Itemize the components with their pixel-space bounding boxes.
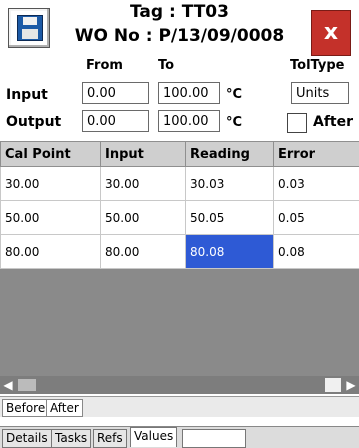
input-to-field[interactable]: 100.00 <box>158 82 220 104</box>
cell-cal-point[interactable]: 80.00 <box>1 235 101 269</box>
tab-refs[interactable]: Refs <box>93 429 127 448</box>
table-header-row: Cal Point Input Reading Error <box>1 142 359 167</box>
output-to-field[interactable]: 100.00 <box>158 110 220 132</box>
col-input[interactable]: Input <box>101 142 186 167</box>
cell-reading[interactable]: 30.03 <box>186 167 274 201</box>
tab-details[interactable]: Details <box>2 429 52 448</box>
tab-tasks[interactable]: Tasks <box>51 429 91 448</box>
from-header: From <box>86 58 123 73</box>
cell-input[interactable]: 30.00 <box>101 167 186 201</box>
tab-values[interactable]: Values <box>130 427 177 447</box>
close-button[interactable]: x <box>311 10 351 56</box>
scroll-track-marker <box>18 379 36 391</box>
cell-error[interactable]: 0.03 <box>274 167 359 201</box>
cell-cal-point[interactable]: 50.00 <box>1 201 101 235</box>
tag-title: Tag : TT03 <box>0 2 359 22</box>
cell-reading-selected[interactable]: 80.08 <box>186 235 274 269</box>
table-row[interactable]: 80.00 80.00 80.08 0.08 <box>1 235 359 269</box>
after-label: After <box>313 114 353 130</box>
cell-input[interactable]: 80.00 <box>101 235 186 269</box>
after-checkbox[interactable] <box>287 113 307 133</box>
bottom-tab-bar: Details Tasks Refs Values <box>0 426 359 448</box>
before-after-tabs: Before After <box>0 396 359 417</box>
table-row[interactable]: 30.00 30.00 30.03 0.03 <box>1 167 359 201</box>
values-table-area: Cal Point Input Reading Error 30.00 30.0… <box>0 141 359 376</box>
cell-reading[interactable]: 50.05 <box>186 201 274 235</box>
table-row[interactable]: 50.00 50.00 50.05 0.05 <box>1 201 359 235</box>
horizontal-scrollbar[interactable]: ◀ ▶ <box>0 376 359 394</box>
input-label: Input <box>6 87 48 103</box>
scroll-left-arrow-icon[interactable]: ◀ <box>0 376 16 394</box>
cell-cal-point[interactable]: 30.00 <box>1 167 101 201</box>
col-reading[interactable]: Reading <box>186 142 274 167</box>
to-header: To <box>158 58 174 73</box>
values-table: Cal Point Input Reading Error 30.00 30.0… <box>0 141 359 269</box>
tab-after[interactable]: After <box>46 399 83 417</box>
output-label: Output <box>6 114 61 130</box>
cell-error[interactable]: 0.05 <box>274 201 359 235</box>
toltype-header: TolType <box>290 58 344 73</box>
cell-error[interactable]: 0.08 <box>274 235 359 269</box>
output-unit: °C <box>226 115 242 130</box>
header: Tag : TT03 WO No : P/13/09/0008 x <box>0 0 359 58</box>
input-unit: °C <box>226 87 242 102</box>
scroll-thumb[interactable] <box>325 378 341 392</box>
toltype-select[interactable]: Units <box>291 82 349 104</box>
cell-input[interactable]: 50.00 <box>101 201 186 235</box>
tab-before[interactable]: Before <box>2 399 49 417</box>
col-cal-point[interactable]: Cal Point <box>1 142 101 167</box>
tab-empty[interactable] <box>182 429 246 448</box>
scroll-right-arrow-icon[interactable]: ▶ <box>343 376 359 394</box>
output-from-field[interactable]: 0.00 <box>82 110 149 132</box>
range-settings: From To TolType Input 0.00 100.00 °C Uni… <box>0 58 359 138</box>
col-error[interactable]: Error <box>274 142 359 167</box>
input-from-field[interactable]: 0.00 <box>82 82 149 104</box>
wo-number: WO No : P/13/09/0008 <box>0 26 359 46</box>
